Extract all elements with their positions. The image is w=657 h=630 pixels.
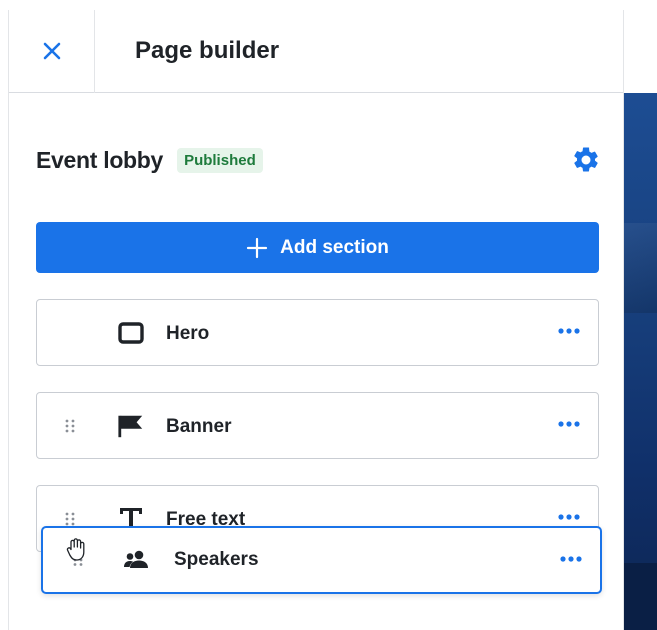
more-icon: [558, 421, 580, 427]
section-item-hero[interactable]: Hero: [36, 299, 599, 366]
section-item-banner[interactable]: Banner: [36, 392, 599, 459]
close-button[interactable]: [9, 9, 95, 93]
section-label: Banner: [166, 416, 232, 437]
close-icon: [43, 42, 60, 60]
event-preview-strip: [624, 93, 657, 630]
more-icon: [558, 328, 580, 334]
speakers-icon: [123, 548, 151, 572]
grab-cursor-icon: [65, 537, 87, 568]
page-name: Event lobby: [36, 146, 164, 173]
settings-button[interactable]: [571, 145, 601, 175]
section-item-speakers-dragging[interactable]: Speakers: [41, 526, 602, 594]
preview-band: [624, 223, 657, 313]
preview-band-dark: [624, 563, 657, 630]
more-icon: [558, 514, 580, 520]
more-options-button[interactable]: [560, 556, 582, 562]
drag-handle-icon[interactable]: [65, 419, 75, 433]
panel-header: Page builder: [9, 9, 623, 93]
more-options-button[interactable]: [558, 328, 580, 334]
rectangle-icon: [117, 321, 145, 345]
panel-title: Page builder: [135, 37, 280, 64]
gear-icon: [574, 147, 598, 172]
drag-handle-icon[interactable]: [65, 512, 75, 526]
status-badge: Published: [177, 147, 263, 173]
add-section-label: Add section: [280, 236, 389, 258]
more-options-button[interactable]: [558, 421, 580, 427]
more-icon: [560, 556, 582, 562]
add-section-button[interactable]: Add section: [36, 222, 599, 273]
page-title-row: Event lobby Published: [36, 142, 605, 178]
more-options-button[interactable]: [558, 514, 580, 520]
section-label: Speakers: [174, 549, 259, 570]
flag-icon: [117, 414, 145, 438]
plus-icon: [247, 237, 268, 258]
section-label: Hero: [166, 323, 210, 344]
